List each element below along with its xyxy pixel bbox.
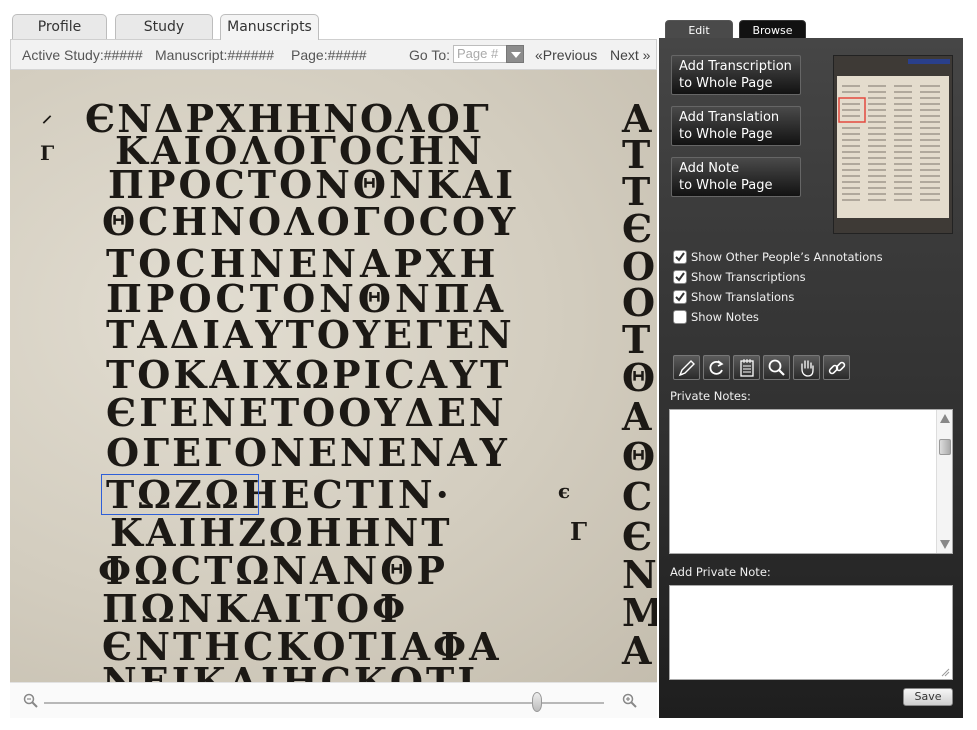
zoom-slider-thumb[interactable]	[531, 692, 542, 712]
annotation-selection-box[interactable]	[101, 474, 259, 515]
hand-tool-button[interactable]	[793, 355, 820, 380]
add-transcription-button[interactable]: Add Transcription to Whole Page	[671, 55, 801, 95]
scroll-up-icon[interactable]	[940, 414, 950, 423]
hand-icon	[801, 360, 814, 377]
refresh-icon	[709, 360, 724, 375]
notepad-tool-button[interactable]	[733, 355, 760, 380]
tab-profile[interactable]: Profile	[12, 14, 107, 39]
zoom-in-icon[interactable]	[621, 692, 639, 710]
pencil-tool-button[interactable]	[673, 355, 700, 380]
add-note-line2: to Whole Page	[679, 178, 773, 193]
add-transcription-line2: to Whole Page	[679, 76, 773, 91]
add-translation-line2: to Whole Page	[679, 127, 773, 142]
next-page-link[interactable]: Next »	[610, 47, 650, 63]
add-translation-line1: Add Translation	[679, 110, 780, 125]
svg-text:Γ: Γ	[40, 141, 54, 165]
checkbox-label: Show Translations	[691, 290, 795, 304]
private-notes-textarea[interactable]	[669, 409, 953, 554]
checkbox-label: Show Other People’s Annotations	[691, 250, 883, 264]
page-thumbnail-image	[834, 56, 952, 233]
checkmark-icon	[675, 292, 685, 302]
notes-scrollbar[interactable]	[936, 410, 952, 553]
magnifier-icon	[768, 359, 785, 376]
svg-text:ЄΓΕΝΕΤΟΟΥΔΕΝ: ЄΓΕΝΕΤΟΟΥΔΕΝ	[106, 390, 507, 435]
manuscript-info-bar: Active Study:##### Manuscript:###### Pag…	[10, 39, 657, 70]
checkbox-box[interactable]	[673, 310, 687, 324]
svg-text:ΘCΗΝΟΛΟΓΟCΟΥ: ΘCΗΝΟΛΟΓΟCΟΥ	[102, 199, 518, 244]
link-tool-button[interactable]	[823, 355, 850, 380]
svg-text:Α: Α	[621, 628, 652, 673]
add-transcription-line1: Add Transcription	[679, 59, 792, 74]
annotation-panel: Add Transcription to Whole Page Add Tran…	[659, 38, 963, 718]
goto-label: Go To:	[409, 47, 450, 63]
zoom-slider-track[interactable]	[44, 702, 604, 704]
tab-edit[interactable]: Edit	[665, 20, 733, 40]
add-note-line1: Add Note	[679, 161, 740, 176]
add-note-button[interactable]: Add Note to Whole Page	[671, 157, 801, 197]
checkbox-box[interactable]	[673, 250, 687, 264]
page-label: Page:#####	[291, 47, 367, 63]
refresh-tool-button[interactable]	[703, 355, 730, 380]
goto-dropdown-button[interactable]	[506, 45, 524, 63]
svg-text:Θ: Θ	[622, 434, 655, 479]
goto-page-input[interactable]: Page #	[453, 45, 513, 63]
link-icon	[828, 361, 846, 375]
checkbox-box[interactable]	[673, 270, 687, 284]
tab-browse[interactable]: Browse	[739, 20, 806, 40]
zoom-bar	[10, 682, 657, 718]
checkmark-icon	[675, 272, 685, 282]
page-thumbnail-navigator[interactable]	[833, 55, 953, 234]
previous-page-link[interactable]: «Previous	[535, 47, 597, 63]
svg-text:ΝΕΙΚΑΙΗCΚΟΤΙ: ΝΕΙΚΑΙΗCΚΟΤΙ	[102, 659, 478, 682]
scroll-thumb[interactable]	[939, 439, 951, 455]
manuscript-image-viewer[interactable]: ⸍ ЄNΔΡΧΗΗΝΟΛΟΓ ΚΑΙΟΛΟΓΟCΗΝ ΠΡΟCΤΟΝΘΝΚΑΙ …	[10, 70, 657, 682]
svg-text:ϵ: ϵ	[558, 479, 570, 503]
manuscript-label: Manuscript:######	[155, 47, 275, 63]
tab-manuscripts[interactable]: Manuscripts	[220, 14, 319, 40]
checkbox-label: Show Transcriptions	[691, 270, 806, 284]
checkbox-label: Show Notes	[691, 310, 759, 324]
checkbox-box[interactable]	[673, 290, 687, 304]
resize-handle-icon[interactable]	[940, 667, 950, 677]
notepad-icon	[740, 359, 754, 377]
magnifier-tool-button[interactable]	[763, 355, 790, 380]
svg-text:ΤΑΔΙΑΥΤΟΥΕΓΕΝ: ΤΑΔΙΑΥΤΟΥΕΓΕΝ	[106, 312, 515, 357]
svg-text:Α: Α	[621, 394, 652, 439]
save-button[interactable]: Save	[903, 688, 953, 706]
svg-text:C: C	[622, 474, 652, 519]
active-study-label: Active Study:#####	[22, 47, 143, 63]
checkmark-icon	[675, 252, 685, 262]
manuscript-page-image: ⸍ ЄNΔΡΧΗΗΝΟΛΟΓ ΚΑΙΟΛΟΓΟCΗΝ ΠΡΟCΤΟΝΘΝΚΑΙ …	[40, 96, 657, 682]
svg-text:Γ: Γ	[570, 517, 587, 546]
zoom-out-icon[interactable]	[22, 692, 40, 710]
add-private-note-label: Add Private Note:	[670, 565, 771, 579]
add-translation-button[interactable]: Add Translation to Whole Page	[671, 106, 801, 146]
tab-study[interactable]: Study	[115, 14, 213, 39]
scroll-down-icon[interactable]	[940, 540, 950, 549]
private-notes-label: Private Notes:	[670, 389, 751, 403]
svg-text:⸍: ⸍	[42, 111, 52, 135]
add-private-note-textarea[interactable]	[669, 585, 953, 680]
pencil-icon	[678, 360, 695, 377]
svg-text:ΟΓΕΓΟΝΕΝΕΝΑΥ: ΟΓΕΓΟΝΕΝΕΝΑΥ	[106, 430, 510, 475]
